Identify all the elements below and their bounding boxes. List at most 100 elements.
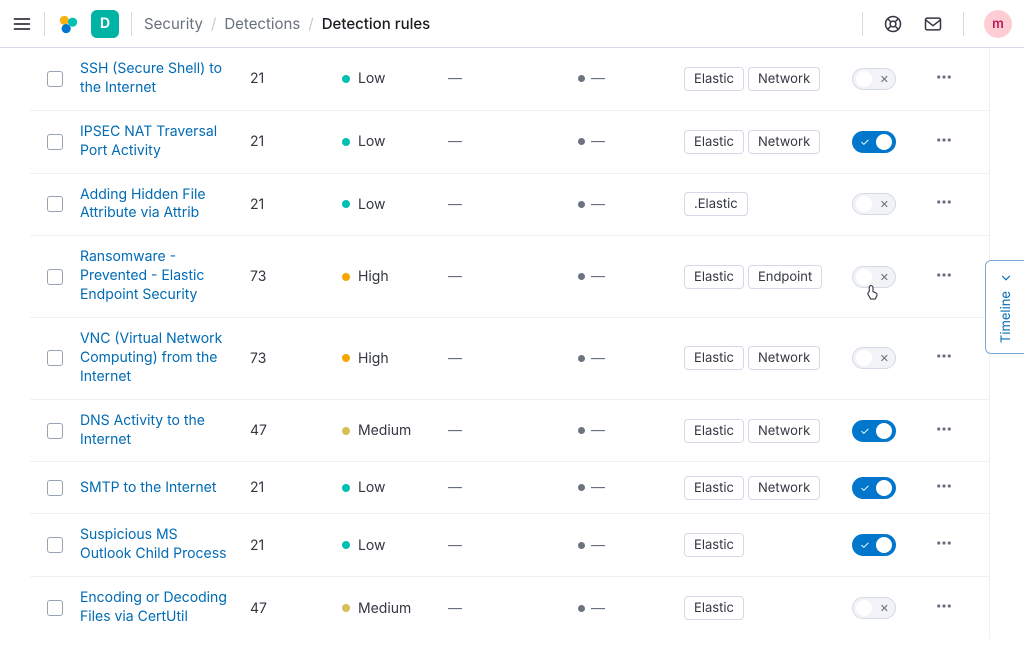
tag[interactable]: Elastic bbox=[684, 476, 744, 500]
breadcrumb-item[interactable]: Security bbox=[144, 14, 203, 33]
user-avatar[interactable]: m bbox=[984, 10, 1012, 38]
row-actions-button[interactable] bbox=[935, 193, 953, 215]
enable-rule-toggle[interactable]: ✕ bbox=[852, 193, 896, 215]
last-run: — bbox=[448, 268, 578, 285]
tag[interactable]: Elastic bbox=[684, 130, 744, 154]
tag[interactable]: .Elastic bbox=[684, 192, 748, 216]
toggle-knob bbox=[856, 350, 872, 366]
severity-dot-icon bbox=[342, 541, 350, 549]
enable-rule-toggle[interactable]: ✓ bbox=[852, 420, 896, 442]
tag[interactable]: Network bbox=[748, 67, 820, 91]
enable-rule-toggle[interactable]: ✓ bbox=[852, 534, 896, 556]
boxes-horizontal-icon bbox=[935, 131, 953, 149]
severity-cell: Low bbox=[342, 537, 448, 554]
row-actions-button[interactable] bbox=[935, 131, 953, 153]
rule-name-link[interactable]: Encoding or Decoding Files via CertUtil bbox=[80, 589, 227, 625]
row-checkbox[interactable] bbox=[47, 537, 63, 553]
last-response: — bbox=[578, 537, 684, 554]
severity-cell: Low bbox=[342, 196, 448, 213]
row-checkbox[interactable] bbox=[47, 480, 63, 496]
tag[interactable]: Endpoint bbox=[748, 265, 822, 289]
tag[interactable]: Elastic bbox=[684, 265, 744, 289]
severity-cell: High bbox=[342, 350, 448, 367]
toggle-knob bbox=[856, 600, 872, 616]
newsfeed-icon[interactable] bbox=[923, 14, 943, 34]
risk-score: 47 bbox=[250, 422, 342, 439]
severity-dot-icon bbox=[342, 604, 350, 612]
enable-rule-toggle[interactable]: ✕ bbox=[852, 597, 896, 619]
enable-rule-toggle[interactable]: ✕ bbox=[852, 68, 896, 90]
last-response: — bbox=[578, 479, 684, 496]
row-actions-button[interactable] bbox=[935, 534, 953, 556]
row-checkbox[interactable] bbox=[47, 600, 63, 616]
last-response: — bbox=[578, 70, 684, 87]
rule-name-link[interactable]: VNC (Virtual Network Computing) from the… bbox=[80, 330, 222, 385]
rules-table-container: SSH (Secure Shell) to the Internet 21 Low —… bbox=[0, 48, 1024, 659]
severity-label: Medium bbox=[358, 422, 411, 439]
tags-cell: Elastic bbox=[684, 533, 834, 557]
tag[interactable]: Elastic bbox=[684, 346, 744, 370]
status-dot-icon bbox=[578, 355, 585, 362]
severity-dot-icon bbox=[342, 484, 350, 492]
row-checkbox[interactable] bbox=[47, 71, 63, 87]
rule-name-link[interactable]: Ransomware - Prevented - Elastic Endpoin… bbox=[80, 248, 204, 303]
severity-label: Low bbox=[358, 196, 386, 213]
tag[interactable]: Network bbox=[748, 419, 820, 443]
row-checkbox[interactable] bbox=[47, 134, 63, 150]
tags-cell: ElasticNetwork bbox=[684, 346, 834, 370]
status-dot-icon bbox=[578, 542, 585, 549]
status-dot-icon bbox=[578, 75, 585, 82]
timeline-flyout-tab[interactable]: Timeline bbox=[985, 260, 1024, 354]
enable-rule-toggle[interactable]: ✓ bbox=[852, 477, 896, 499]
hamburger-menu-icon[interactable] bbox=[12, 14, 32, 34]
enable-rule-toggle[interactable]: ✓ bbox=[852, 131, 896, 153]
tag[interactable]: Elastic bbox=[684, 67, 744, 91]
breadcrumb-item[interactable]: Detections bbox=[224, 14, 300, 33]
table-row: SMTP to the Internet21Low——ElasticNetwor… bbox=[30, 461, 989, 513]
row-checkbox[interactable] bbox=[47, 423, 63, 439]
last-run: — bbox=[448, 422, 578, 439]
row-actions-button[interactable] bbox=[935, 420, 953, 442]
table-row: IPSEC NAT Traversal Port Activity21Low——… bbox=[30, 110, 989, 173]
severity-dot-icon bbox=[342, 75, 350, 83]
row-checkbox[interactable] bbox=[47, 196, 63, 212]
tag[interactable]: Elastic bbox=[684, 419, 744, 443]
rule-name-link[interactable]: Suspicious MS Outlook Child Process bbox=[80, 526, 226, 562]
severity-cell: Low bbox=[342, 133, 448, 150]
rule-name-link[interactable]: IPSEC NAT Traversal Port Activity bbox=[80, 123, 217, 159]
rule-name-link[interactable]: Adding Hidden File Attribute via Attrib bbox=[80, 186, 206, 222]
table-row: Suspicious MS Outlook Child Process21Low… bbox=[30, 513, 989, 576]
row-actions-button[interactable] bbox=[935, 68, 953, 90]
last-run: — bbox=[448, 133, 578, 150]
row-actions-button[interactable] bbox=[935, 347, 953, 369]
space-selector[interactable]: D bbox=[91, 10, 119, 38]
rules-table: SSH (Secure Shell) to the Internet 21 Low —… bbox=[30, 48, 990, 639]
tag[interactable]: Network bbox=[748, 476, 820, 500]
enable-rule-toggle[interactable]: ✕ bbox=[852, 347, 896, 369]
boxes-horizontal-icon bbox=[935, 193, 953, 211]
last-run: — bbox=[448, 196, 578, 213]
risk-score: 21 bbox=[250, 70, 342, 87]
row-checkbox[interactable] bbox=[47, 269, 63, 285]
row-actions-button[interactable] bbox=[935, 266, 953, 288]
tag[interactable]: Network bbox=[748, 130, 820, 154]
rule-name-link[interactable]: DNS Activity to the Internet bbox=[80, 412, 205, 448]
tag[interactable]: Elastic bbox=[684, 596, 744, 620]
elastic-logo-icon[interactable] bbox=[57, 13, 79, 35]
severity-dot-icon bbox=[342, 273, 350, 281]
rule-name-link[interactable]: SMTP to the Internet bbox=[80, 479, 216, 496]
toggle-knob bbox=[876, 480, 892, 496]
timeline-label: Timeline bbox=[998, 291, 1014, 343]
tag[interactable]: Network bbox=[748, 346, 820, 370]
status-dot-icon bbox=[578, 138, 585, 145]
help-icon[interactable] bbox=[883, 14, 903, 34]
rule-name-link[interactable]: SSH (Secure Shell) to the Internet bbox=[80, 60, 222, 96]
row-actions-button[interactable] bbox=[935, 597, 953, 619]
breadcrumb-current: Detection rules bbox=[322, 14, 431, 33]
boxes-horizontal-icon bbox=[935, 266, 953, 284]
row-checkbox[interactable] bbox=[47, 350, 63, 366]
severity-label: Low bbox=[358, 133, 386, 150]
row-actions-button[interactable] bbox=[935, 477, 953, 499]
tag[interactable]: Elastic bbox=[684, 533, 744, 557]
last-response: — bbox=[578, 196, 684, 213]
